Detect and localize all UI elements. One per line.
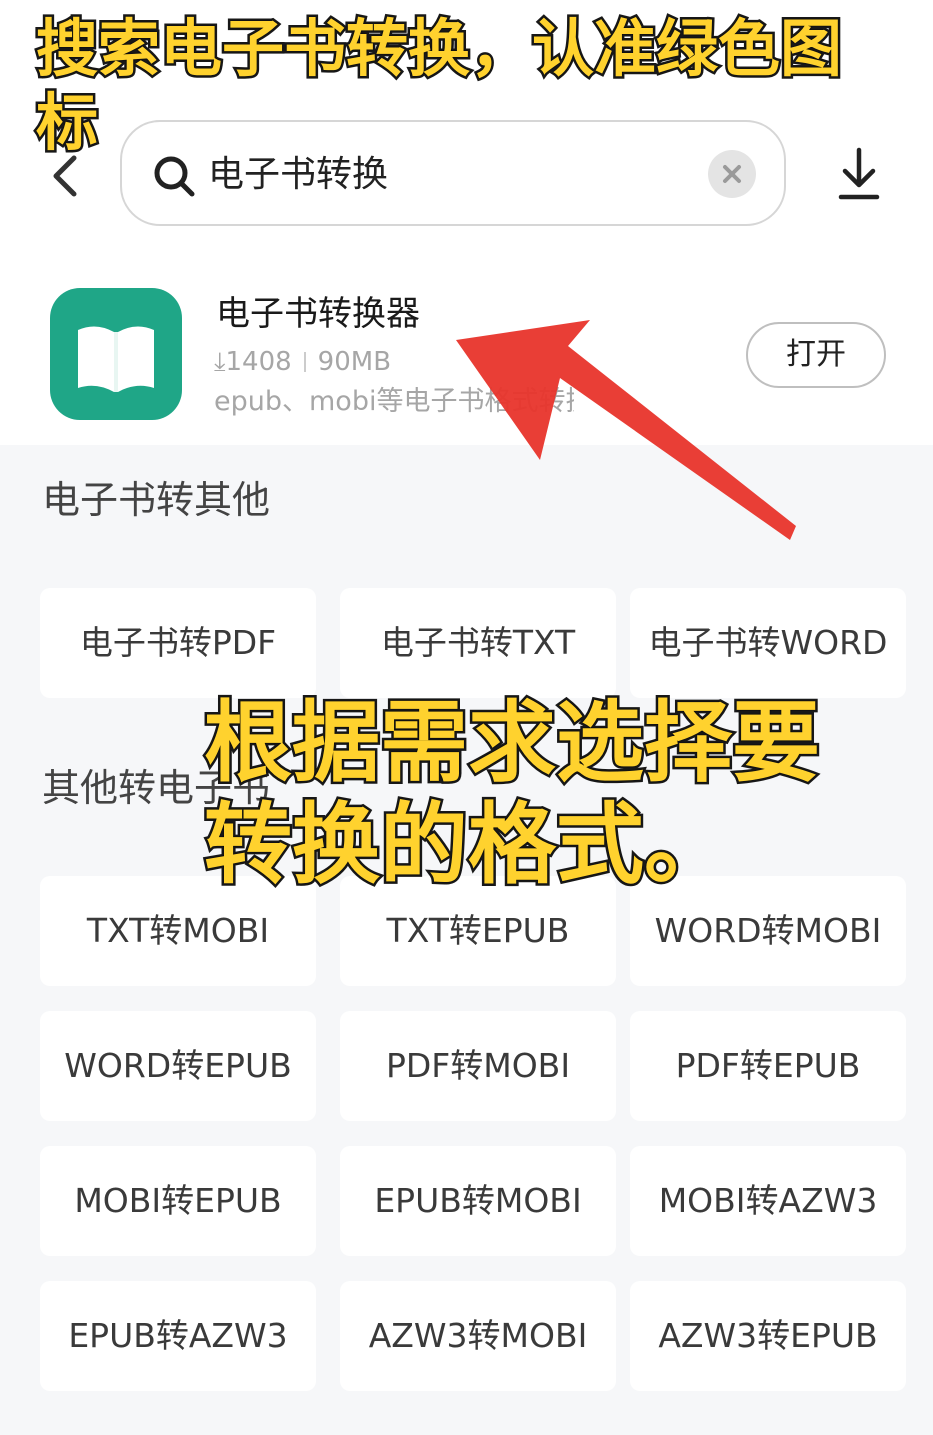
format-option-button[interactable]: AZW3转EPUB [630, 1281, 906, 1391]
format-option-button[interactable]: PDF转MOBI [340, 1011, 616, 1121]
format-option-button[interactable]: MOBI转AZW3 [630, 1146, 906, 1256]
download-small-icon: ⤓ [214, 347, 226, 377]
format-option-button[interactable]: 电子书转WORD [630, 588, 906, 698]
open-book-icon [78, 326, 154, 392]
format-option-button[interactable]: EPUB转MOBI [340, 1146, 616, 1256]
close-icon [723, 165, 741, 183]
format-option-button[interactable]: 电子书转TXT [340, 588, 616, 698]
format-option-button[interactable]: AZW3转MOBI [340, 1281, 616, 1391]
meta-divider [303, 352, 306, 372]
search-icon [154, 156, 195, 197]
ebook-to-other-grid: 电子书转PDF 电子书转TXT 电子书转WORD [40, 588, 906, 698]
app-name[interactable]: 电子书转换器 [216, 292, 420, 336]
other-to-ebook-grid: TXT转MOBI TXT转EPUB WORD转MOBI WORD转EPUB PDF转MO… [40, 876, 906, 1392]
format-option-button[interactable]: 电子书转PDF [40, 588, 316, 698]
top-caption: 搜索电子书转换，认准绿色图标 [34, 10, 845, 162]
section-title-ebook-to-other: 电子书转其他 [42, 478, 271, 522]
format-option-button[interactable]: PDF转EPUB [630, 1011, 906, 1121]
red-arrow-annotation [456, 320, 796, 540]
app-meta: ⤓1408 90MB [214, 344, 391, 380]
format-option-button[interactable]: MOBI转EPUB [40, 1146, 316, 1256]
format-option-button[interactable]: EPUB转AZW3 [40, 1281, 316, 1391]
app-size: 90MB [317, 347, 392, 377]
app-downloads: 1408 [225, 347, 292, 377]
app-icon[interactable] [50, 288, 182, 420]
middle-caption: 根据需求选择要转换的格式。 [202, 689, 823, 898]
format-option-button[interactable]: WORD转EPUB [40, 1011, 316, 1121]
